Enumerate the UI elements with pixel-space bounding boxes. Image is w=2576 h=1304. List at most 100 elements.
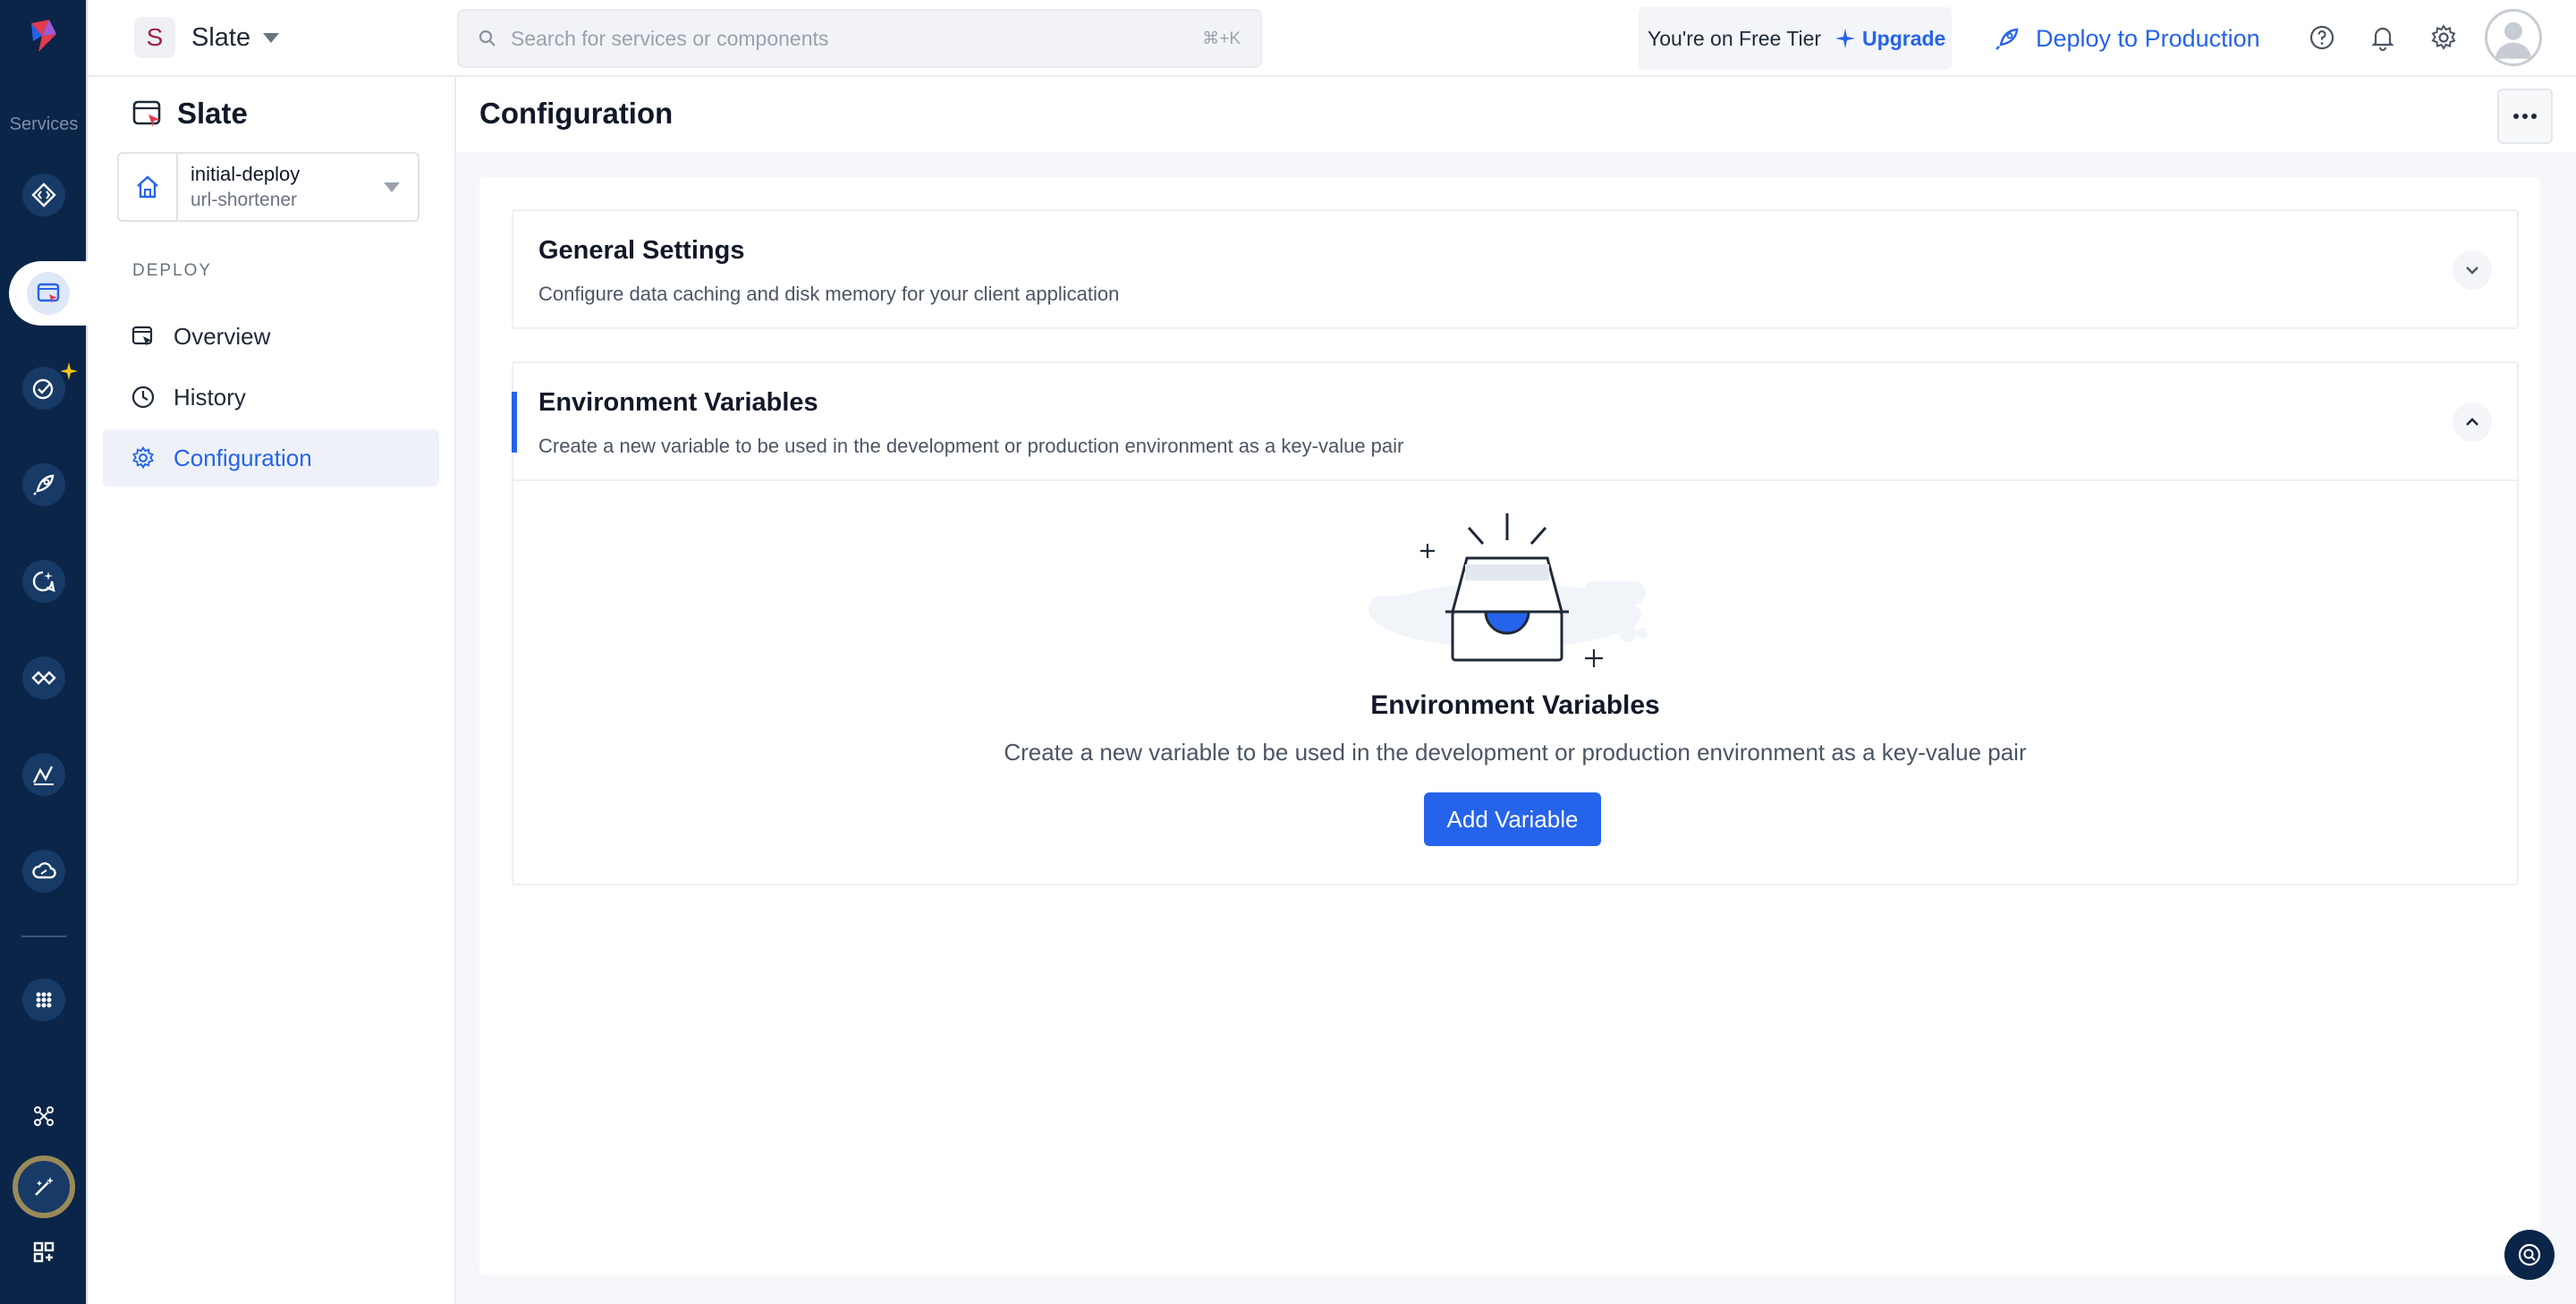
environment-variables-title: Environment Variables xyxy=(538,388,818,417)
rail-item-magic[interactable] xyxy=(13,1156,75,1218)
environment-variables-description: Create a new variable to be used in the … xyxy=(538,435,1404,457)
page-header: Configuration xyxy=(456,77,2576,152)
app-logo-icon[interactable] xyxy=(22,14,65,57)
rail-item-analytics[interactable] xyxy=(22,753,65,796)
apps-grid-icon xyxy=(36,992,52,1008)
rail-item-integrations[interactable] xyxy=(22,656,65,699)
help-circle-icon xyxy=(2309,25,2334,50)
sparkle-icon xyxy=(1835,29,1856,48)
rail-item-network[interactable] xyxy=(22,1095,65,1138)
code-diamond-icon xyxy=(31,182,56,207)
handshake-icon xyxy=(31,671,56,685)
magic-wand-icon xyxy=(35,1177,54,1196)
rail-item-slate[interactable] xyxy=(9,261,88,326)
branch-selector[interactable]: initial-deploy url-shortener xyxy=(117,152,419,222)
more-horizontal-icon xyxy=(2513,114,2537,119)
chevron-up-icon xyxy=(2466,418,2479,426)
add-apps-icon xyxy=(33,1241,55,1263)
support-chat-button[interactable] xyxy=(2504,1230,2555,1280)
chart-pen-icon xyxy=(32,766,54,785)
service-rail: Services xyxy=(0,0,88,1304)
slate-window-icon xyxy=(132,100,161,127)
nav-item-label: Configuration xyxy=(174,444,312,471)
search-shortcut: ⌘+K xyxy=(1202,29,1241,48)
tier-banner: You're on Free Tier Upgrade xyxy=(1639,7,1952,70)
rail-divider xyxy=(21,936,66,937)
search-icon xyxy=(479,30,496,47)
user-icon xyxy=(2496,21,2531,59)
deploy-to-production-button[interactable]: Deploy to Production xyxy=(1993,16,2260,61)
branch-home xyxy=(119,154,178,220)
environment-variables-card: Environment Variables Create a new varia… xyxy=(512,361,2519,885)
nav-item-history[interactable]: History xyxy=(103,368,439,426)
more-options-button[interactable] xyxy=(2497,89,2553,144)
rail-item-cloud[interactable] xyxy=(22,850,65,893)
caret-down-icon xyxy=(384,182,400,192)
rail-item-code-service[interactable] xyxy=(22,174,65,216)
nav-item-configuration[interactable]: Configuration xyxy=(103,429,439,487)
page-title: Configuration xyxy=(479,97,674,130)
user-avatar[interactable] xyxy=(2485,9,2542,66)
caret-down-icon xyxy=(263,32,280,43)
rail-item-deploy[interactable] xyxy=(22,463,65,506)
service-title-text: Slate xyxy=(177,97,248,130)
service-title: Slate xyxy=(131,97,248,131)
deploy-label: Deploy to Production xyxy=(2036,24,2260,52)
overview-icon xyxy=(131,326,153,346)
search-bar[interactable]: ⌘+K xyxy=(457,9,1262,68)
workspace-name: Slate xyxy=(191,22,251,52)
branch-name: initial-deploy xyxy=(191,163,301,185)
general-settings-card: General Settings Configure data caching … xyxy=(512,209,2519,329)
chat-search-icon xyxy=(2518,1243,2541,1266)
general-settings-header[interactable]: General Settings Configure data caching … xyxy=(513,211,2517,327)
cloud-icon xyxy=(32,862,56,879)
expand-toggle[interactable] xyxy=(2453,250,2492,290)
search-input[interactable] xyxy=(511,26,1203,51)
workspace-switcher[interactable]: S Slate xyxy=(134,17,280,58)
notifications-button[interactable] xyxy=(2365,20,2401,55)
target-sparkle-icon xyxy=(32,378,54,400)
slate-window-icon xyxy=(37,283,60,303)
rail-item-all-services[interactable] xyxy=(22,978,65,1021)
upgrade-label: Upgrade xyxy=(1862,26,1946,50)
chat-sparkle-icon xyxy=(32,571,55,592)
rail-item-ai-chat[interactable] xyxy=(22,560,65,603)
environment-variables-header[interactable]: Environment Variables Create a new varia… xyxy=(512,363,2517,479)
nav-item-overview[interactable]: Overview xyxy=(103,308,439,365)
config-panel: General Settings Configure data caching … xyxy=(479,177,2540,1275)
gear-icon xyxy=(132,445,154,470)
nav-section-label: DEPLOY xyxy=(132,261,213,280)
empty-inbox-illustration xyxy=(1368,513,1648,667)
active-accent-bar xyxy=(512,392,517,453)
gear-icon xyxy=(2431,24,2456,50)
rail-label: Services xyxy=(9,114,79,134)
service-sidebar: Slate initial-deploy url-shortener DEPLO… xyxy=(88,77,456,1304)
settings-button[interactable] xyxy=(2426,20,2462,55)
rail-item-add-apps[interactable] xyxy=(22,1231,65,1274)
rocket-icon xyxy=(33,474,55,495)
add-variable-button[interactable]: Add Variable xyxy=(1424,792,1601,846)
tier-text: You're on Free Tier xyxy=(1648,26,1822,50)
environment-variables-empty-state: Environment Variables Create a new varia… xyxy=(513,479,2517,884)
nav-item-label: Overview xyxy=(174,322,271,350)
general-settings-title: General Settings xyxy=(538,236,745,265)
upgrade-link[interactable]: Upgrade xyxy=(1834,27,1945,51)
rocket-icon xyxy=(1996,28,2019,50)
empty-state-description: Create a new variable to be used in the … xyxy=(1004,739,2027,766)
main-content: Configuration General Settings Configure… xyxy=(456,77,2576,1304)
collapse-toggle[interactable] xyxy=(2453,402,2492,442)
top-bar: S Slate ⌘+K You're on Free Tier Upgrade … xyxy=(88,0,2576,77)
empty-state-title: Environment Variables xyxy=(1370,690,1660,720)
nav-item-label: History xyxy=(174,383,246,411)
help-button[interactable] xyxy=(2304,20,2340,55)
workspace-avatar: S xyxy=(134,17,175,58)
home-icon xyxy=(137,175,158,199)
general-settings-description: Configure data caching and disk memory f… xyxy=(538,283,1120,305)
branch-text: initial-deploy url-shortener xyxy=(191,163,371,211)
network-icon xyxy=(34,1106,54,1126)
sparkle-icon xyxy=(60,362,78,380)
bell-icon xyxy=(2371,27,2394,52)
chevron-down-icon xyxy=(2466,267,2479,275)
clock-icon xyxy=(131,385,155,409)
app-root: Services S Slate Search for services or … xyxy=(0,0,2576,1304)
